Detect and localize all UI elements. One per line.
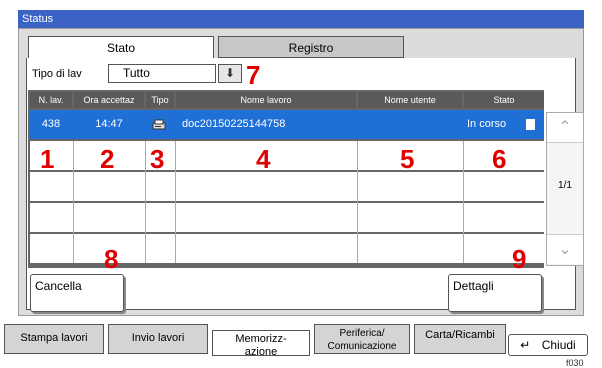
print-job-icon (152, 119, 166, 130)
scroll-down-button[interactable]: ⌄ (547, 234, 583, 264)
column-divider (357, 141, 358, 263)
column-header-time[interactable]: Ora accettaz (74, 92, 144, 108)
table-row[interactable] (30, 203, 544, 232)
marker-6: 6 (492, 144, 507, 174)
job-time: 14:47 (95, 118, 123, 130)
window-title: Status (18, 10, 584, 28)
column-divider (73, 141, 74, 263)
bottom-tab-storage[interactable]: Memorizz- azione (212, 330, 310, 358)
marker-5: 5 (400, 144, 415, 174)
bottom-tab-device-communication[interactable]: Periferica/ Comunicazione (314, 324, 410, 354)
marker-1: 1 (40, 144, 55, 174)
chevron-down-icon: ⬇ (224, 66, 236, 80)
marker-3: 3 (150, 144, 165, 174)
scroll-up-button[interactable]: ⌃ (547, 113, 583, 143)
bottom-tab-send-jobs[interactable]: Invio lavori (108, 324, 208, 354)
marker-7: 7 (246, 60, 261, 90)
chevron-up-icon: ⌃ (558, 119, 572, 136)
marker-2: 2 (100, 144, 115, 174)
column-divider (145, 141, 146, 263)
job-name: doc20150225144758 (182, 118, 286, 130)
column-header-user-name[interactable]: Nome utente (358, 92, 462, 108)
tab-stato[interactable]: Stato (28, 36, 214, 60)
column-header-type[interactable]: Tipo (146, 92, 174, 108)
close-button[interactable]: ↵ Chiudi (508, 334, 588, 356)
job-number: 438 (41, 118, 61, 130)
bottom-tab-paper-supplies[interactable]: Carta/Ricambi (414, 324, 506, 354)
marker-4: 4 (256, 144, 271, 174)
chevron-down-icon: ⌄ (558, 241, 572, 258)
details-button[interactable]: Dettagli (448, 274, 542, 312)
table-row[interactable] (30, 172, 544, 201)
job-status: In corso (467, 118, 507, 130)
close-button-label: Chiudi (541, 338, 576, 352)
column-divider (175, 141, 176, 263)
job-user (360, 110, 460, 139)
job-type-dropdown-button[interactable]: ⬇ (218, 64, 242, 83)
status-indicator-icon (526, 119, 535, 130)
cancel-button[interactable]: Cancella (30, 274, 124, 312)
job-type-select[interactable]: Tutto (108, 64, 216, 83)
column-header-job-no[interactable]: N. lav. (30, 92, 72, 108)
bottom-tab-print-jobs[interactable]: Stampa lavori (4, 324, 104, 354)
page-indicator: 1/1 (558, 180, 572, 191)
tab-registro[interactable]: Registro (218, 36, 404, 58)
column-header-status[interactable]: Stato (464, 92, 544, 108)
column-divider (463, 141, 464, 263)
return-arrow-icon: ↵ (520, 338, 531, 352)
column-header-job-name[interactable]: Nome lavoro (176, 92, 356, 108)
marker-8: 8 (104, 244, 119, 274)
job-type-label: Tipo di lav (32, 68, 82, 80)
figure-code: f030 (566, 358, 584, 368)
marker-9: 9 (512, 244, 527, 274)
